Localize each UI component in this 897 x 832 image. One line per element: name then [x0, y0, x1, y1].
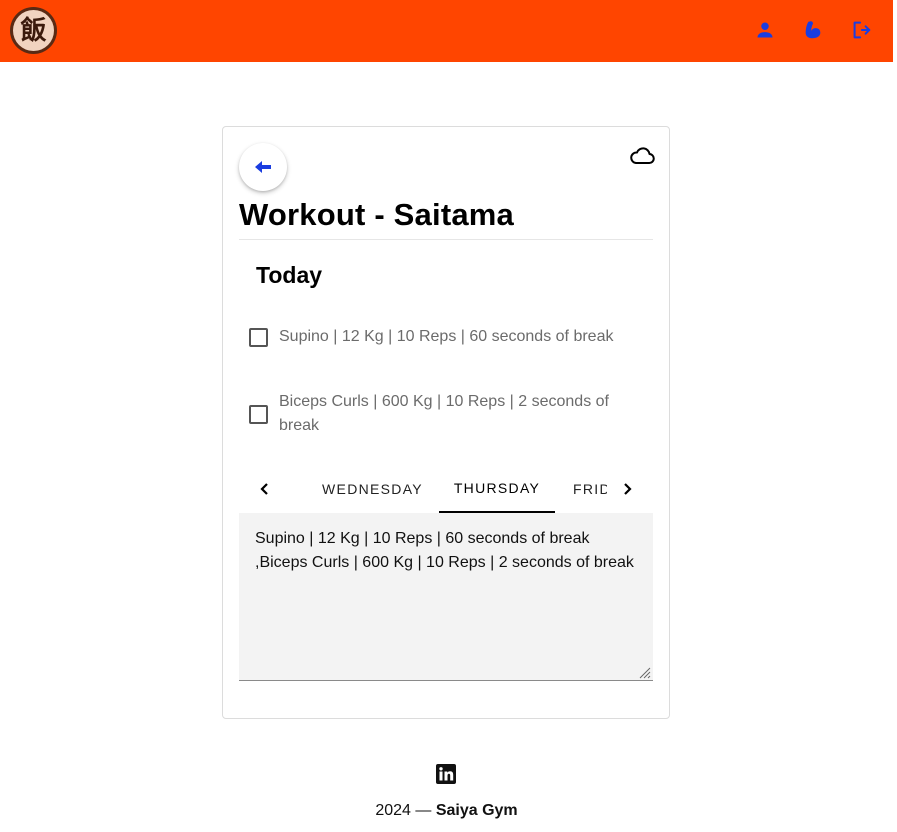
- logo-mark: 飯: [13, 10, 54, 51]
- exercise-label: Supino | 12 Kg | 10 Reps | 60 seconds of…: [279, 328, 614, 345]
- exercise-checkbox[interactable]: [249, 404, 268, 424]
- muscle-icon[interactable]: [800, 17, 826, 43]
- linkedin-icon[interactable]: [436, 764, 456, 784]
- top-app-bar: 飯: [0, 0, 893, 62]
- chevron-left-icon: [260, 483, 268, 495]
- exercise-item: Biceps Curls | 600 Kg | 10 Reps | 2 seco…: [249, 390, 629, 438]
- back-button[interactable]: [239, 143, 287, 191]
- footer-year: 2024 —: [375, 802, 436, 819]
- tab-thursday[interactable]: THURSDAY: [439, 465, 555, 513]
- logout-icon[interactable]: [848, 17, 874, 43]
- resize-handle-icon[interactable]: [637, 665, 651, 679]
- section-title-today: Today: [256, 262, 323, 288]
- workout-card: Workout - Saitama Today Supino | 12 Kg |…: [222, 126, 670, 719]
- divider: [239, 239, 653, 240]
- workout-notes-textarea[interactable]: [239, 513, 653, 681]
- cloud-sync-button[interactable]: [628, 145, 656, 167]
- tabs-scroll-right-button[interactable]: [607, 465, 647, 513]
- chevron-right-icon: [624, 483, 632, 495]
- page-title: Workout - Saitama: [239, 197, 514, 232]
- footer-copyright: 2024 — Saiya Gym: [0, 802, 893, 820]
- cloud-icon: [630, 147, 655, 164]
- exercise-label: Biceps Curls | 600 Kg | 10 Reps | 2 seco…: [279, 393, 609, 434]
- logo[interactable]: 飯: [10, 7, 57, 54]
- exercise-item: Supino | 12 Kg | 10 Reps | 60 seconds of…: [249, 325, 629, 349]
- exercise-checkbox[interactable]: [249, 327, 268, 347]
- footer-brand: Saiya Gym: [435, 802, 518, 819]
- tab-wednesday[interactable]: WEDNESDAY: [309, 465, 436, 513]
- tabs-scroll-left-button[interactable]: [245, 465, 285, 513]
- weekday-tabs: WEDNESDAY THURSDAY FRIDAY: [239, 465, 653, 513]
- profile-icon[interactable]: [752, 17, 778, 43]
- arrow-left-icon: [255, 161, 271, 173]
